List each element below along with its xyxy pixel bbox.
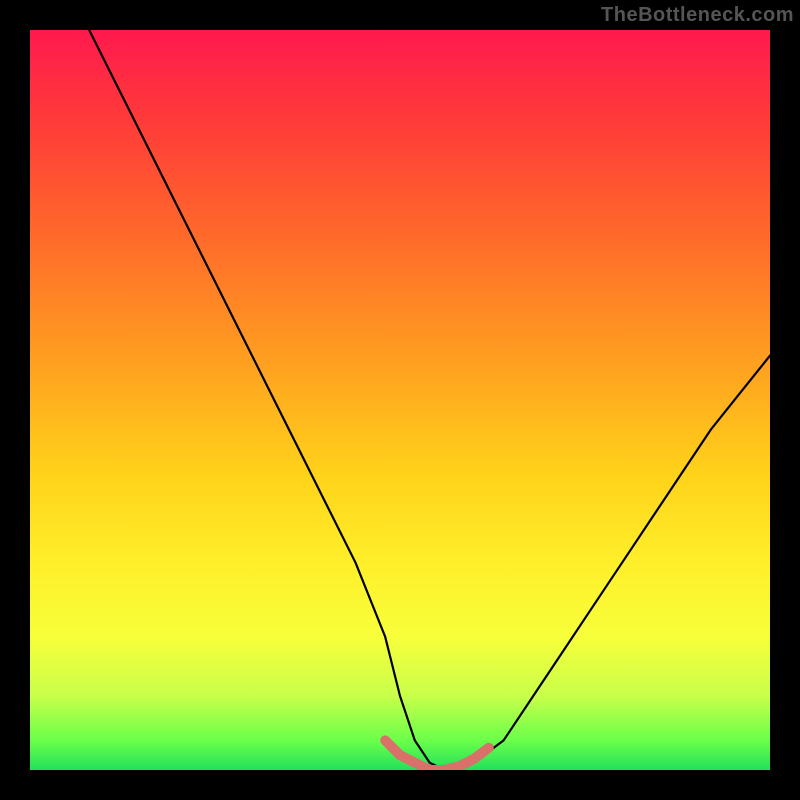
curve-svg (30, 30, 770, 770)
bottleneck-curve (89, 30, 770, 770)
chart-frame: TheBottleneck.com (0, 0, 800, 800)
optimal-band (385, 740, 489, 770)
watermark-text: TheBottleneck.com (601, 4, 794, 27)
plot-area (30, 30, 770, 770)
